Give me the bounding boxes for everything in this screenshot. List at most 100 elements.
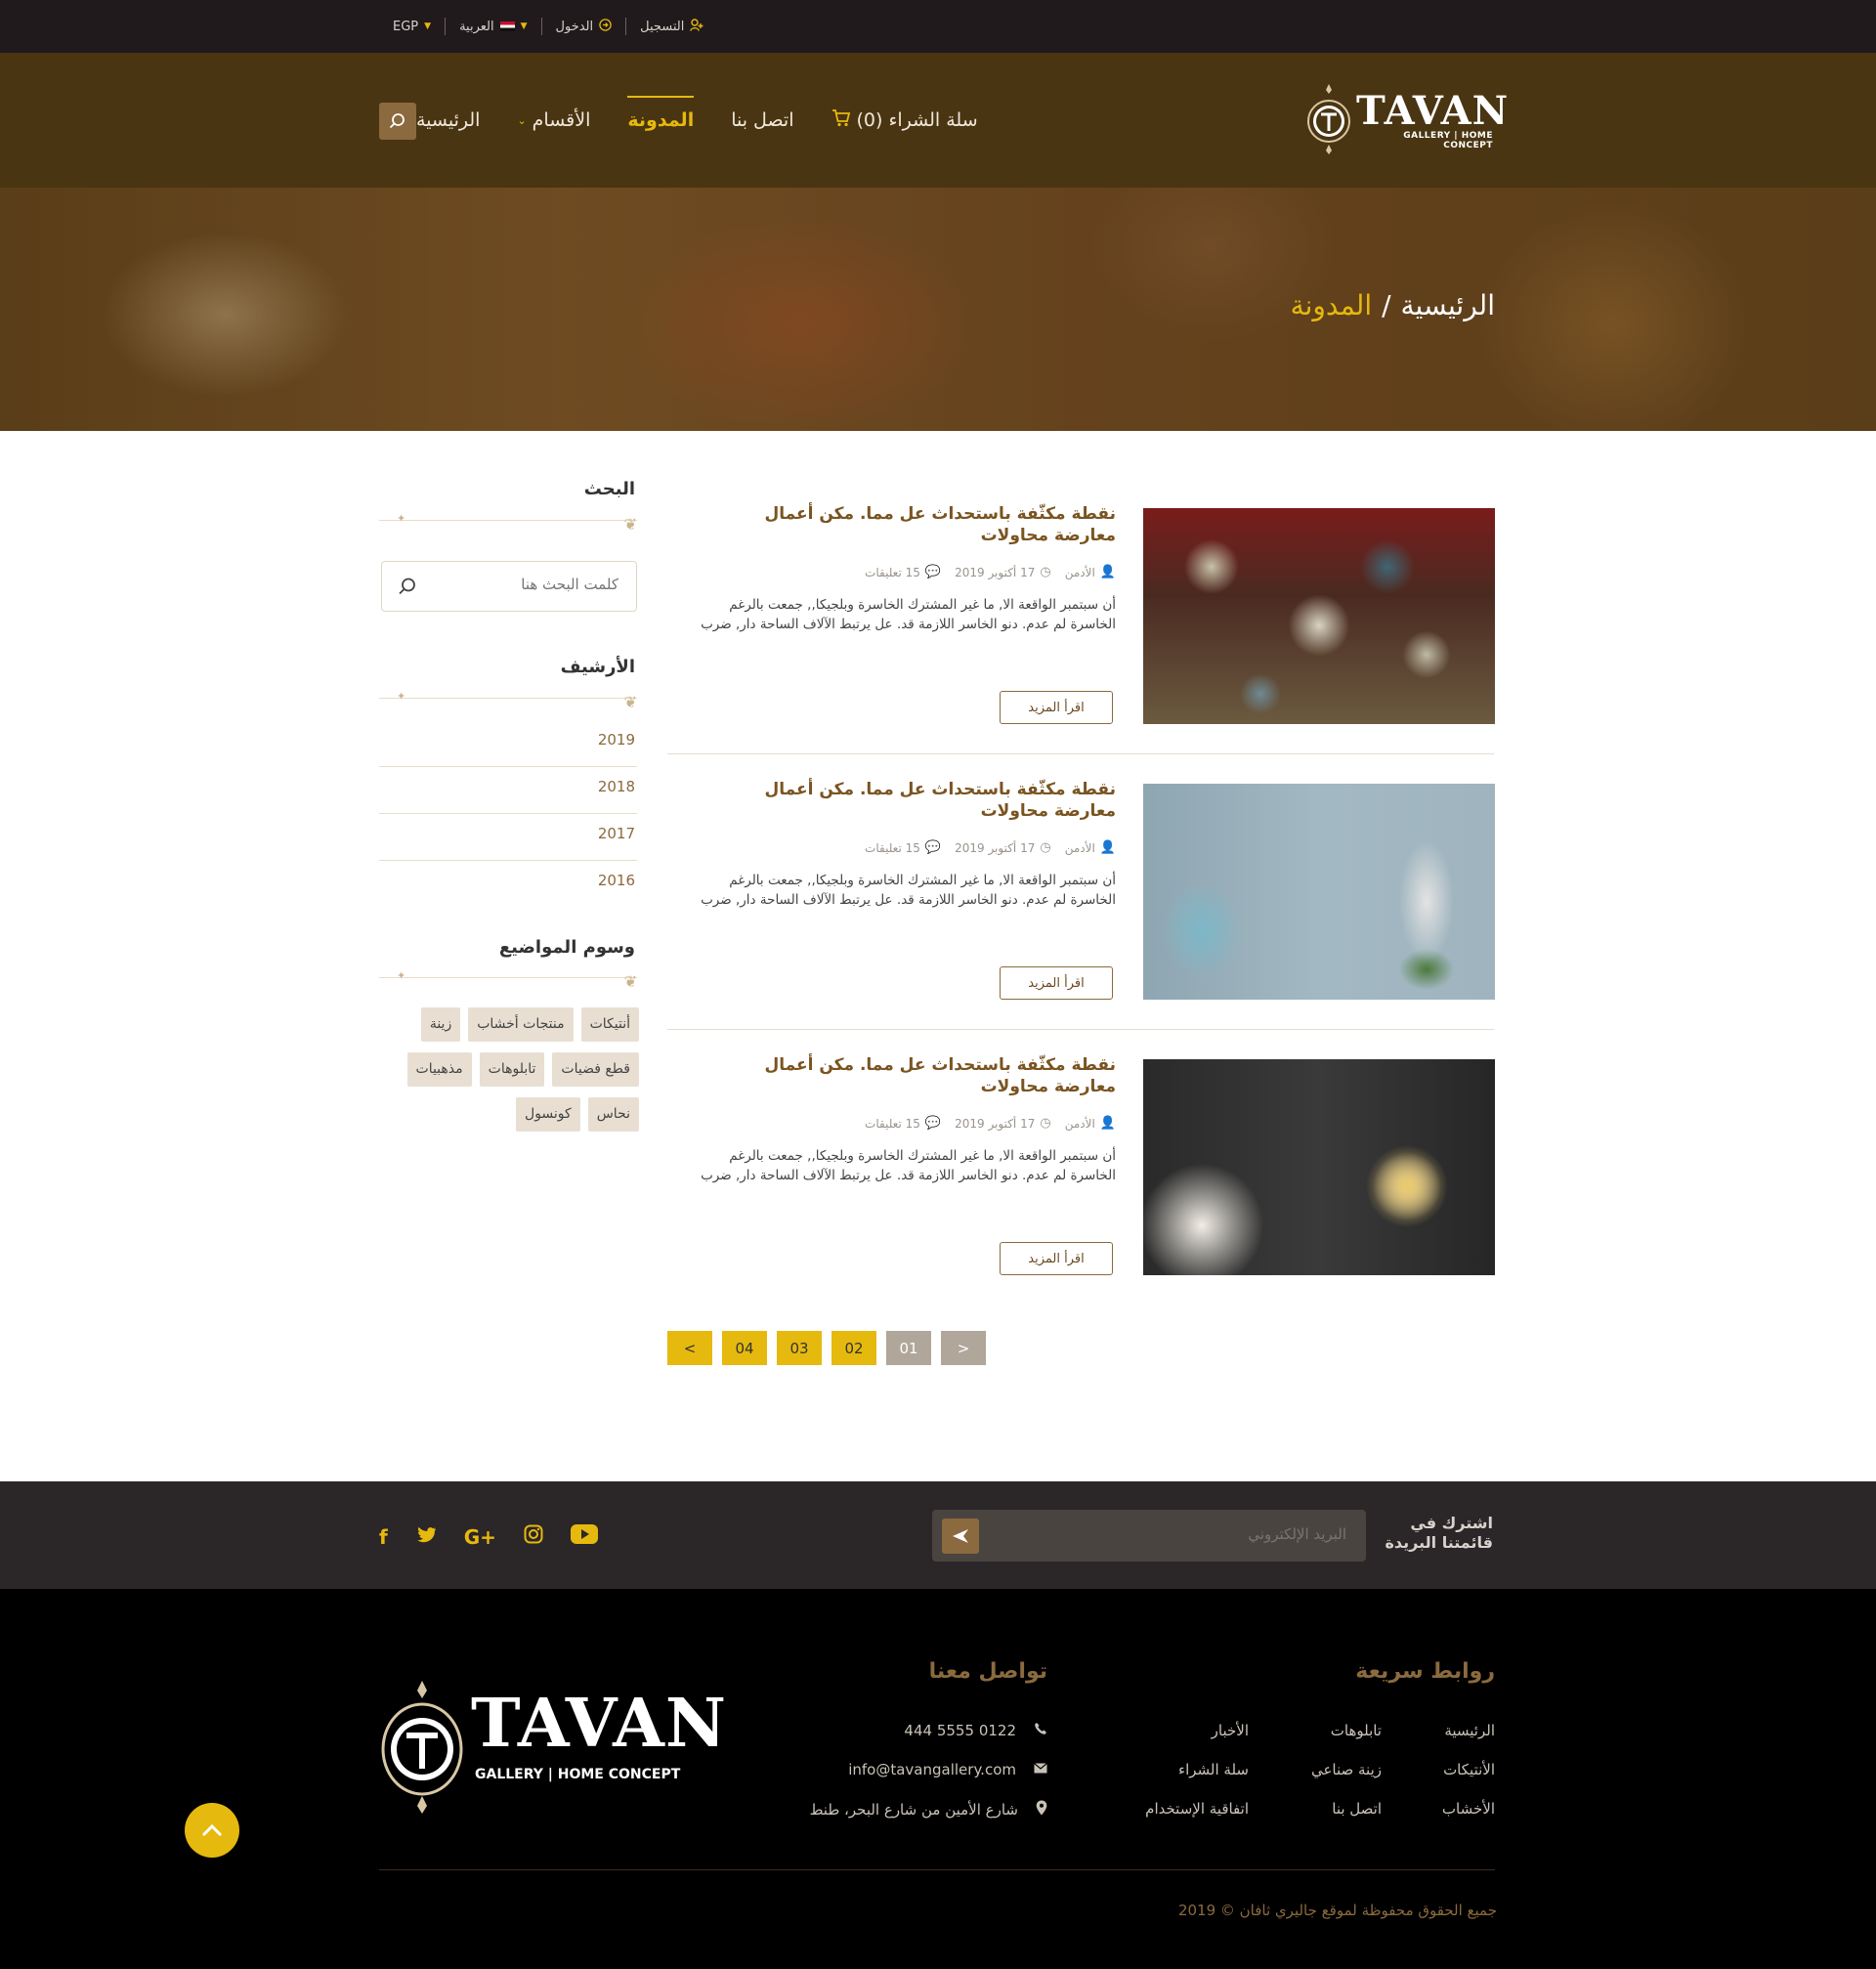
read-more-button[interactable]: اقرأ المزيد <box>1000 966 1113 1000</box>
archive-item-2017[interactable]: 2017 <box>379 814 637 861</box>
pagination-page-03[interactable]: 03 <box>777 1331 822 1365</box>
phone-icon <box>1034 1722 1047 1739</box>
scroll-to-top-button[interactable] <box>185 1803 239 1858</box>
tag-item[interactable]: زينة <box>420 1007 461 1042</box>
cart-icon <box>831 108 851 132</box>
nav-blog[interactable]: المدونة <box>627 96 695 131</box>
post-date-text: 17 أكتوبر 2019 <box>955 1116 1036 1131</box>
footer-phone[interactable]: 0122 5555 444 <box>904 1722 1047 1739</box>
quick-links-title: روابط سريعة <box>1355 1659 1495 1684</box>
read-more-button[interactable]: اقرأ المزيد <box>1000 1242 1113 1275</box>
newsletter-email-input[interactable] <box>1034 1525 1346 1543</box>
ornament-swirl-icon: ❦ <box>623 972 637 991</box>
footer-link[interactable]: الأنتيكات <box>1443 1761 1495 1778</box>
instagram-icon[interactable] <box>524 1524 543 1549</box>
chevron-up-icon <box>201 1823 223 1837</box>
comment-icon: 💬 <box>924 1116 942 1131</box>
facebook-icon[interactable]: f <box>379 1525 388 1549</box>
clock-icon: ◷ <box>1040 1116 1051 1131</box>
read-more-button[interactable]: اقرأ المزيد <box>1000 691 1113 724</box>
main-nav: الرئيسية الأقسام ⌄ المدونة اتصل بنا سلة … <box>379 53 1038 188</box>
sidebar-tags-title: وسوم المواضيع <box>498 937 635 958</box>
user-icon: 👤 <box>1099 840 1116 855</box>
footer-link[interactable]: الرئيسية <box>1444 1722 1495 1739</box>
user-plus-icon <box>690 18 704 35</box>
tag-item[interactable]: كونسول <box>516 1097 580 1132</box>
post-comments[interactable]: 💬 15 تعليقات <box>865 840 941 855</box>
post-title[interactable]: نقطة مكثّفة باستحداث عل مما. مكن أعمال م… <box>745 503 1116 546</box>
pagination-prev-button[interactable]: < <box>667 1331 712 1365</box>
tag-item[interactable]: تابلوهات <box>479 1052 545 1087</box>
footer-link[interactable]: الأخشاب <box>1442 1800 1495 1818</box>
post-title[interactable]: نقطة مكثّفة باستحداث عل مما. مكن أعمال م… <box>745 779 1116 822</box>
search-icon <box>389 113 405 129</box>
title-ornament: ❦ <box>379 969 637 999</box>
sidebar-search-input[interactable] <box>423 576 618 593</box>
page-hero-banner <box>0 188 1876 431</box>
post-title[interactable]: نقطة مكثّفة باستحداث عل مما. مكن أعمال م… <box>745 1054 1116 1097</box>
currency-label: EGP <box>393 19 419 34</box>
hero-overlay <box>0 188 1876 431</box>
footer-email[interactable]: info@tavangallery.com <box>848 1761 1047 1778</box>
nav-categories[interactable]: الأقسام ⌄ <box>517 109 590 131</box>
user-icon: 👤 <box>1099 1116 1116 1131</box>
ornament-swirl-icon: ❦ <box>623 515 637 534</box>
pagination-page-01[interactable]: 01 <box>886 1331 931 1365</box>
pagination-page-02[interactable]: 02 <box>831 1331 876 1365</box>
pagination-next-button[interactable]: > <box>941 1331 986 1365</box>
post-image-flowers[interactable] <box>1143 784 1495 1000</box>
footer-email-text: info@tavangallery.com <box>848 1761 1016 1778</box>
logo-wordmark: TAVAN <box>1356 88 1510 134</box>
nav-home-label: الرئيسية <box>416 109 481 131</box>
footer-link[interactable]: اتفاقية الإستخدام <box>1145 1800 1249 1818</box>
post-comments[interactable]: 💬 15 تعليقات <box>865 565 941 579</box>
tag-item[interactable]: منتجات أخشاب <box>468 1007 574 1042</box>
nav-cart[interactable]: سلة الشراء (0) <box>831 108 978 132</box>
newsletter-submit-button[interactable] <box>942 1519 979 1554</box>
top-bar: التسجيل الدخول العربية ▼ EGP ▼ <box>0 0 1876 53</box>
footer-link[interactable]: زينة صناعي <box>1311 1761 1382 1778</box>
tag-item[interactable]: أنتيكات <box>580 1007 639 1042</box>
login-link[interactable]: الدخول <box>542 18 627 35</box>
logo-tagline: GALLERY | HOME CONCEPT <box>1403 131 1493 150</box>
footer-logo[interactable]: TAVAN GALLERY | HOME CONCEPT <box>379 1679 726 1816</box>
pagination-page-04[interactable]: 04 <box>722 1331 767 1365</box>
twitter-icon[interactable] <box>415 1525 437 1549</box>
language-selector[interactable]: العربية ▼ <box>446 18 542 35</box>
register-link[interactable]: التسجيل <box>626 18 717 35</box>
currency-selector[interactable]: EGP ▼ <box>379 18 447 35</box>
copyright-text: جميع الحقوق محفوظة لموقع جاليري ثافان © … <box>1177 1902 1497 1919</box>
post-comments[interactable]: 💬 15 تعليقات <box>865 1116 941 1131</box>
nav-contact[interactable]: اتصل بنا <box>731 109 793 131</box>
footer-address: شارع الأمين من شارع البحر، طنط <box>810 1800 1047 1819</box>
nav-cart-label: سلة الشراء (0) <box>856 109 978 131</box>
post-image-gold-frame[interactable] <box>1143 1059 1495 1275</box>
archive-item-2016[interactable]: 2016 <box>379 861 637 908</box>
nav-categories-label: الأقسام <box>532 109 591 131</box>
footer-link[interactable]: الأخبار <box>1212 1722 1249 1739</box>
breadcrumb-home[interactable]: الرئيسية <box>1401 289 1495 321</box>
nav-blog-label: المدونة <box>627 109 695 131</box>
nav-home[interactable]: الرئيسية <box>416 109 480 131</box>
site-logo[interactable]: TAVAN GALLERY | HOME CONCEPT <box>1305 82 1508 156</box>
post-image-ceramics[interactable] <box>1143 508 1495 724</box>
youtube-icon[interactable] <box>570 1524 598 1549</box>
footer-link[interactable]: تابلوهات <box>1331 1722 1382 1739</box>
footer-link[interactable]: اتصل بنا <box>1332 1800 1382 1818</box>
google-plus-icon[interactable]: G+ <box>464 1525 496 1549</box>
tag-item[interactable]: مذهبيات <box>406 1052 472 1087</box>
contact-title: تواصل معنا <box>928 1659 1047 1684</box>
header-search-button[interactable] <box>379 103 416 140</box>
tag-item[interactable]: قطع فضيات <box>552 1052 639 1087</box>
search-icon[interactable] <box>398 577 417 601</box>
archive-item-2018[interactable]: 2018 <box>379 767 637 814</box>
tag-item[interactable]: نحاس <box>587 1097 639 1132</box>
clock-icon: ◷ <box>1040 565 1051 579</box>
chevron-down-icon: ⌄ <box>517 113 527 127</box>
archive-item-2019[interactable]: 2019 <box>379 720 637 767</box>
post-author-name: الأدمن <box>1064 1116 1095 1131</box>
post-author-name: الأدمن <box>1064 565 1095 579</box>
post-meta: 👤 الأدمن ◷ 17 أكتوبر 2019 💬 15 تعليقات <box>865 565 1116 579</box>
footer-link[interactable]: سلة الشراء <box>1178 1761 1249 1778</box>
language-label: العربية <box>459 19 494 34</box>
